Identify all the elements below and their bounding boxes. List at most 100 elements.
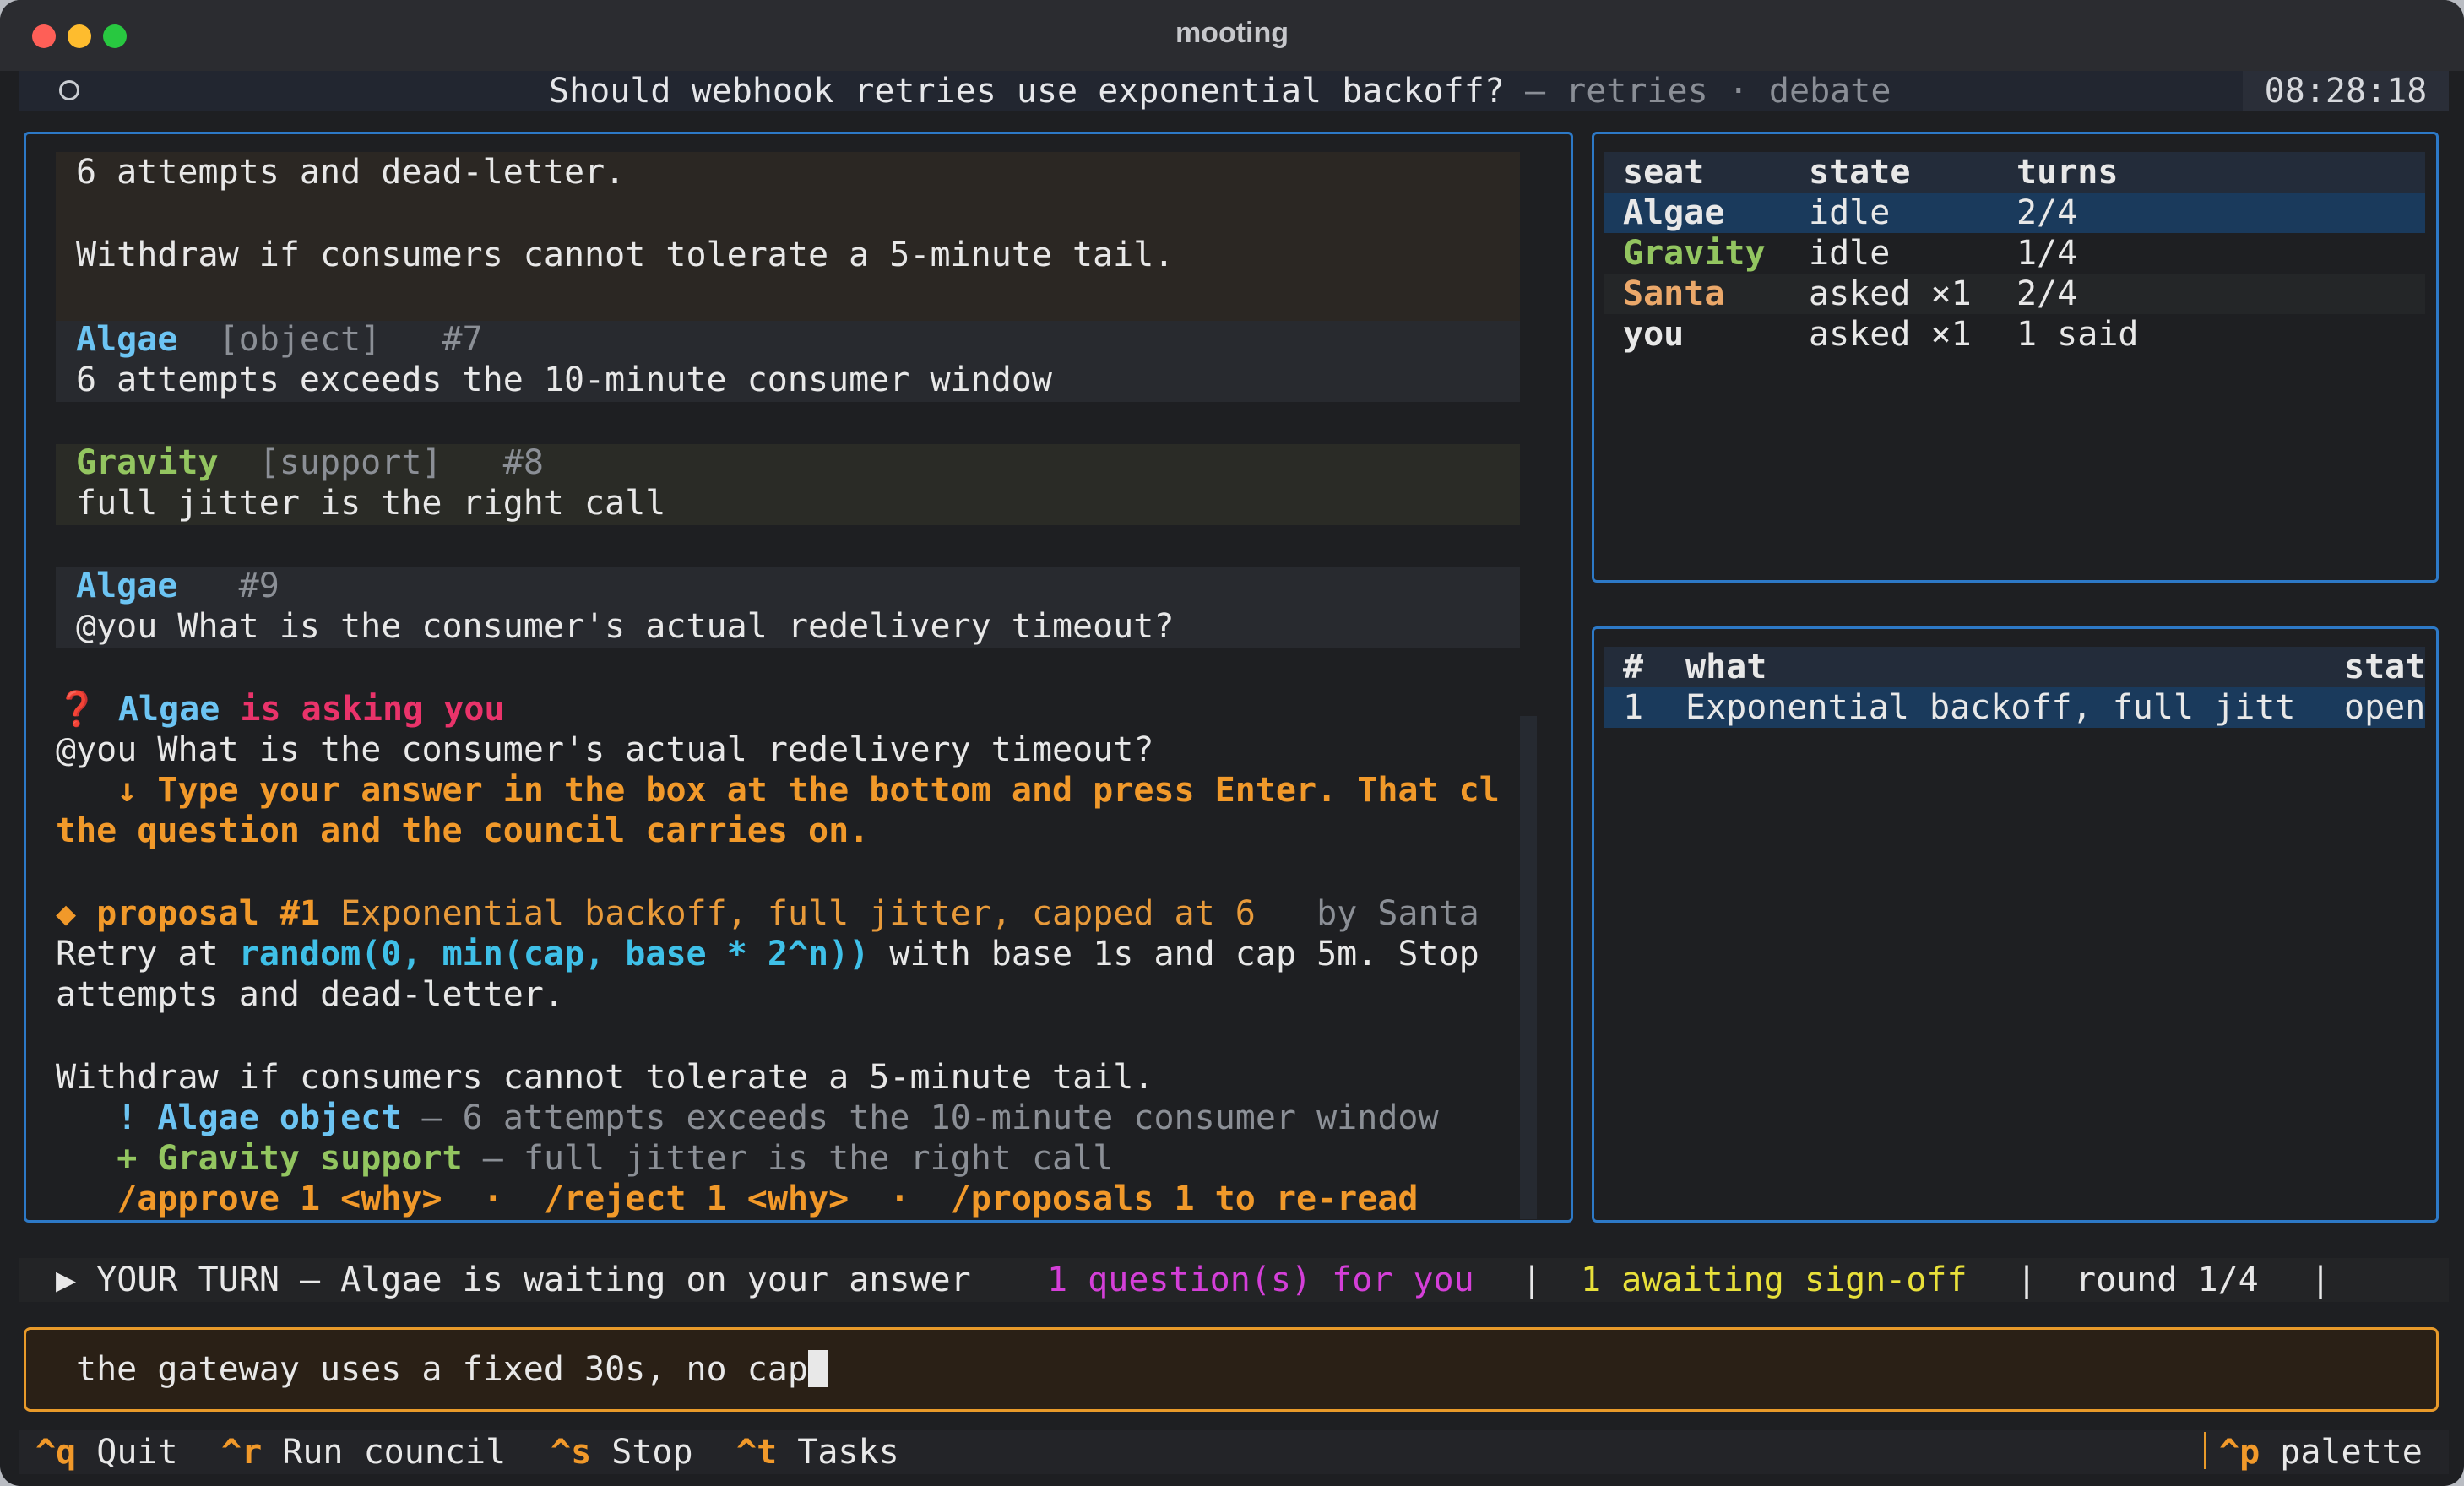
seat-state: asked ×1: [1809, 274, 1972, 313]
diamond-icon: ◆: [56, 894, 97, 933]
proposal-status: open: [2344, 688, 2426, 727]
round-indicator: round 1/4: [2076, 1261, 2259, 1299]
message-author: Gravity: [76, 443, 219, 482]
proposal-title: Exponential backoff, full jitter, capped…: [320, 894, 1256, 933]
message-text: 6 attempts and dead-letter.: [76, 153, 626, 192]
seats-col-turns: turns: [2016, 153, 2119, 192]
objection-line: ! Algae object — 6 attempts exceeds the …: [56, 1098, 1439, 1138]
support-author: Gravity support: [157, 1139, 463, 1178]
proposal-body-text: with base 1s and cap 5m. Stop: [869, 935, 1479, 973]
message-text: @you What is the consumer's actual redel…: [76, 607, 1175, 646]
proposal-formula: random(0, min(cap, base * 2^n)): [238, 935, 870, 973]
proposal-body: attempts and dead-letter.: [56, 975, 565, 1014]
message-tag: [object]: [218, 320, 382, 359]
seat-name[interactable]: Algae: [1623, 193, 1724, 233]
proposals-col-what: what: [1685, 648, 1767, 686]
shortcut-label: Quit: [96, 1433, 178, 1472]
signoff-count: 1 awaiting sign-off: [1581, 1261, 1967, 1299]
message-author: Algae: [76, 320, 178, 359]
status-separator: |: [2310, 1261, 2331, 1299]
proposal-number[interactable]: 1: [1623, 687, 1643, 728]
terminal-content: Should webhook retries use exponential b…: [0, 71, 2464, 1486]
message-header: Gravity [support] #8: [76, 442, 544, 483]
transcript-scrollbar[interactable]: [1520, 716, 1537, 1219]
seats-table-header: [1604, 152, 2425, 193]
objection-author: Algae object: [157, 1098, 402, 1137]
debate-topic: Should webhook retries use exponential b…: [549, 72, 1505, 111]
debate-title: Should webhook retries use exponential b…: [549, 71, 1891, 111]
turn-indicator: ▶ YOUR TURN — Algae is waiting on your a…: [56, 1261, 971, 1299]
shortcut-key: ^p: [2219, 1433, 2260, 1472]
message-number: #9: [238, 567, 280, 605]
questions-count: 1 question(s) for you: [1047, 1261, 1474, 1299]
seat-state: asked ×1: [1809, 315, 1972, 354]
question-icon: ❓: [56, 690, 98, 729]
proposal-body: Withdraw if consumers cannot tolerate a …: [56, 1058, 1154, 1097]
ask-header: ❓ Algae is asking you: [56, 689, 504, 729]
proposals-col-number: #: [1623, 648, 1644, 686]
footer-divider: [2204, 1432, 2206, 1469]
ask-question: @you What is the consumer's actual redel…: [56, 730, 1154, 769]
support-line: + Gravity support — full jitter is the r…: [56, 1138, 1113, 1179]
header-bar: Should webhook retries use exponential b…: [19, 71, 2449, 111]
proposal-author: by Santa: [1255, 894, 1479, 933]
message-header: Algae [object] #7: [76, 319, 483, 360]
palette-shortcut[interactable]: ^p palette: [2219, 1432, 2423, 1472]
shortcut-label: Tasks: [797, 1433, 899, 1472]
shortcut-key: ^s: [551, 1433, 592, 1472]
answer-input-value[interactable]: the gateway uses a fixed 30s, no cap: [76, 1349, 828, 1390]
status-separator: |: [2016, 1261, 2038, 1299]
message-text: Withdraw if consumers cannot tolerate a …: [76, 236, 1175, 274]
message-tag: [support]: [258, 443, 442, 482]
seat-turns: 1 said: [2016, 315, 2139, 354]
answer-input-text[interactable]: the gateway uses a fixed 30s, no cap: [76, 1350, 808, 1389]
proposal-body: Retry at random(0, min(cap, base * 2^n))…: [56, 934, 1479, 974]
ask-hint-continued: the question and the council carries on.: [56, 811, 870, 850]
message-text: full jitter is the right call: [76, 484, 666, 523]
seat-state: idle: [1809, 193, 1891, 232]
shortcut-key: ^t: [736, 1433, 778, 1472]
shortcut-label: palette: [2280, 1433, 2423, 1472]
shortcut-key: ^r: [221, 1433, 263, 1472]
seat-name[interactable]: Santa: [1623, 274, 1724, 314]
support-text: — full jitter is the right call: [462, 1139, 1114, 1178]
status-circle-icon: [59, 80, 79, 100]
proposal-commands[interactable]: /approve 1 <why> · /reject 1 <why> · /pr…: [56, 1179, 1418, 1219]
proposal-label: proposal #1: [96, 894, 321, 933]
seats-col-seat: seat: [1623, 153, 1705, 192]
text-cursor: [807, 1350, 828, 1387]
clock: 08:28:18: [2243, 71, 2449, 111]
objection-icon: !: [56, 1098, 158, 1137]
proposal-body-text: Retry at: [56, 935, 239, 973]
seat-row-highlight: [1604, 274, 2425, 314]
objection-text: — 6 attempts exceeds the 10-minute consu…: [401, 1098, 1439, 1137]
title-bar: mooting: [0, 0, 2464, 71]
run-council-shortcut[interactable]: ^r Run council: [221, 1432, 506, 1472]
status-separator: |: [1522, 1261, 1543, 1299]
shortcut-label: Run council: [282, 1433, 507, 1472]
seat-name[interactable]: Gravity: [1623, 233, 1766, 274]
seat-row-selected[interactable]: [1604, 193, 2425, 233]
shortcut-key: ^q: [35, 1433, 77, 1472]
proposals-col-status: stat: [2344, 648, 2426, 686]
ask-label: is asking you: [220, 690, 505, 729]
message-header: Algae #9: [76, 566, 280, 606]
support-icon: +: [56, 1139, 158, 1178]
debate-context: — retries · debate: [1504, 72, 1891, 111]
seat-turns: 2/4: [2016, 274, 2078, 313]
quit-shortcut[interactable]: ^q Quit: [35, 1432, 178, 1472]
proposal-what[interactable]: Exponential backoff, full jitt: [1685, 687, 2295, 728]
message-author: Algae: [76, 567, 178, 605]
window-title: mooting: [1175, 17, 1289, 49]
tasks-shortcut[interactable]: ^t Tasks: [736, 1432, 899, 1472]
seat-turns: 1/4: [2016, 234, 2078, 273]
terminal-window: mooting Should webhook retries use expon…: [0, 0, 2464, 1486]
message-text: 6 attempts exceeds the 10-minute consume…: [76, 361, 1052, 399]
stop-shortcut[interactable]: ^s Stop: [551, 1432, 693, 1472]
seat-name[interactable]: you: [1623, 314, 1684, 355]
seat-turns: 2/4: [2016, 193, 2078, 232]
seat-state: idle: [1809, 234, 1891, 273]
seats-col-state: state: [1809, 153, 1911, 192]
ask-hint: ↓ Type your answer in the box at the bot…: [56, 771, 1500, 810]
proposal-header: ◆ proposal #1 Exponential backoff, full …: [56, 893, 1479, 934]
